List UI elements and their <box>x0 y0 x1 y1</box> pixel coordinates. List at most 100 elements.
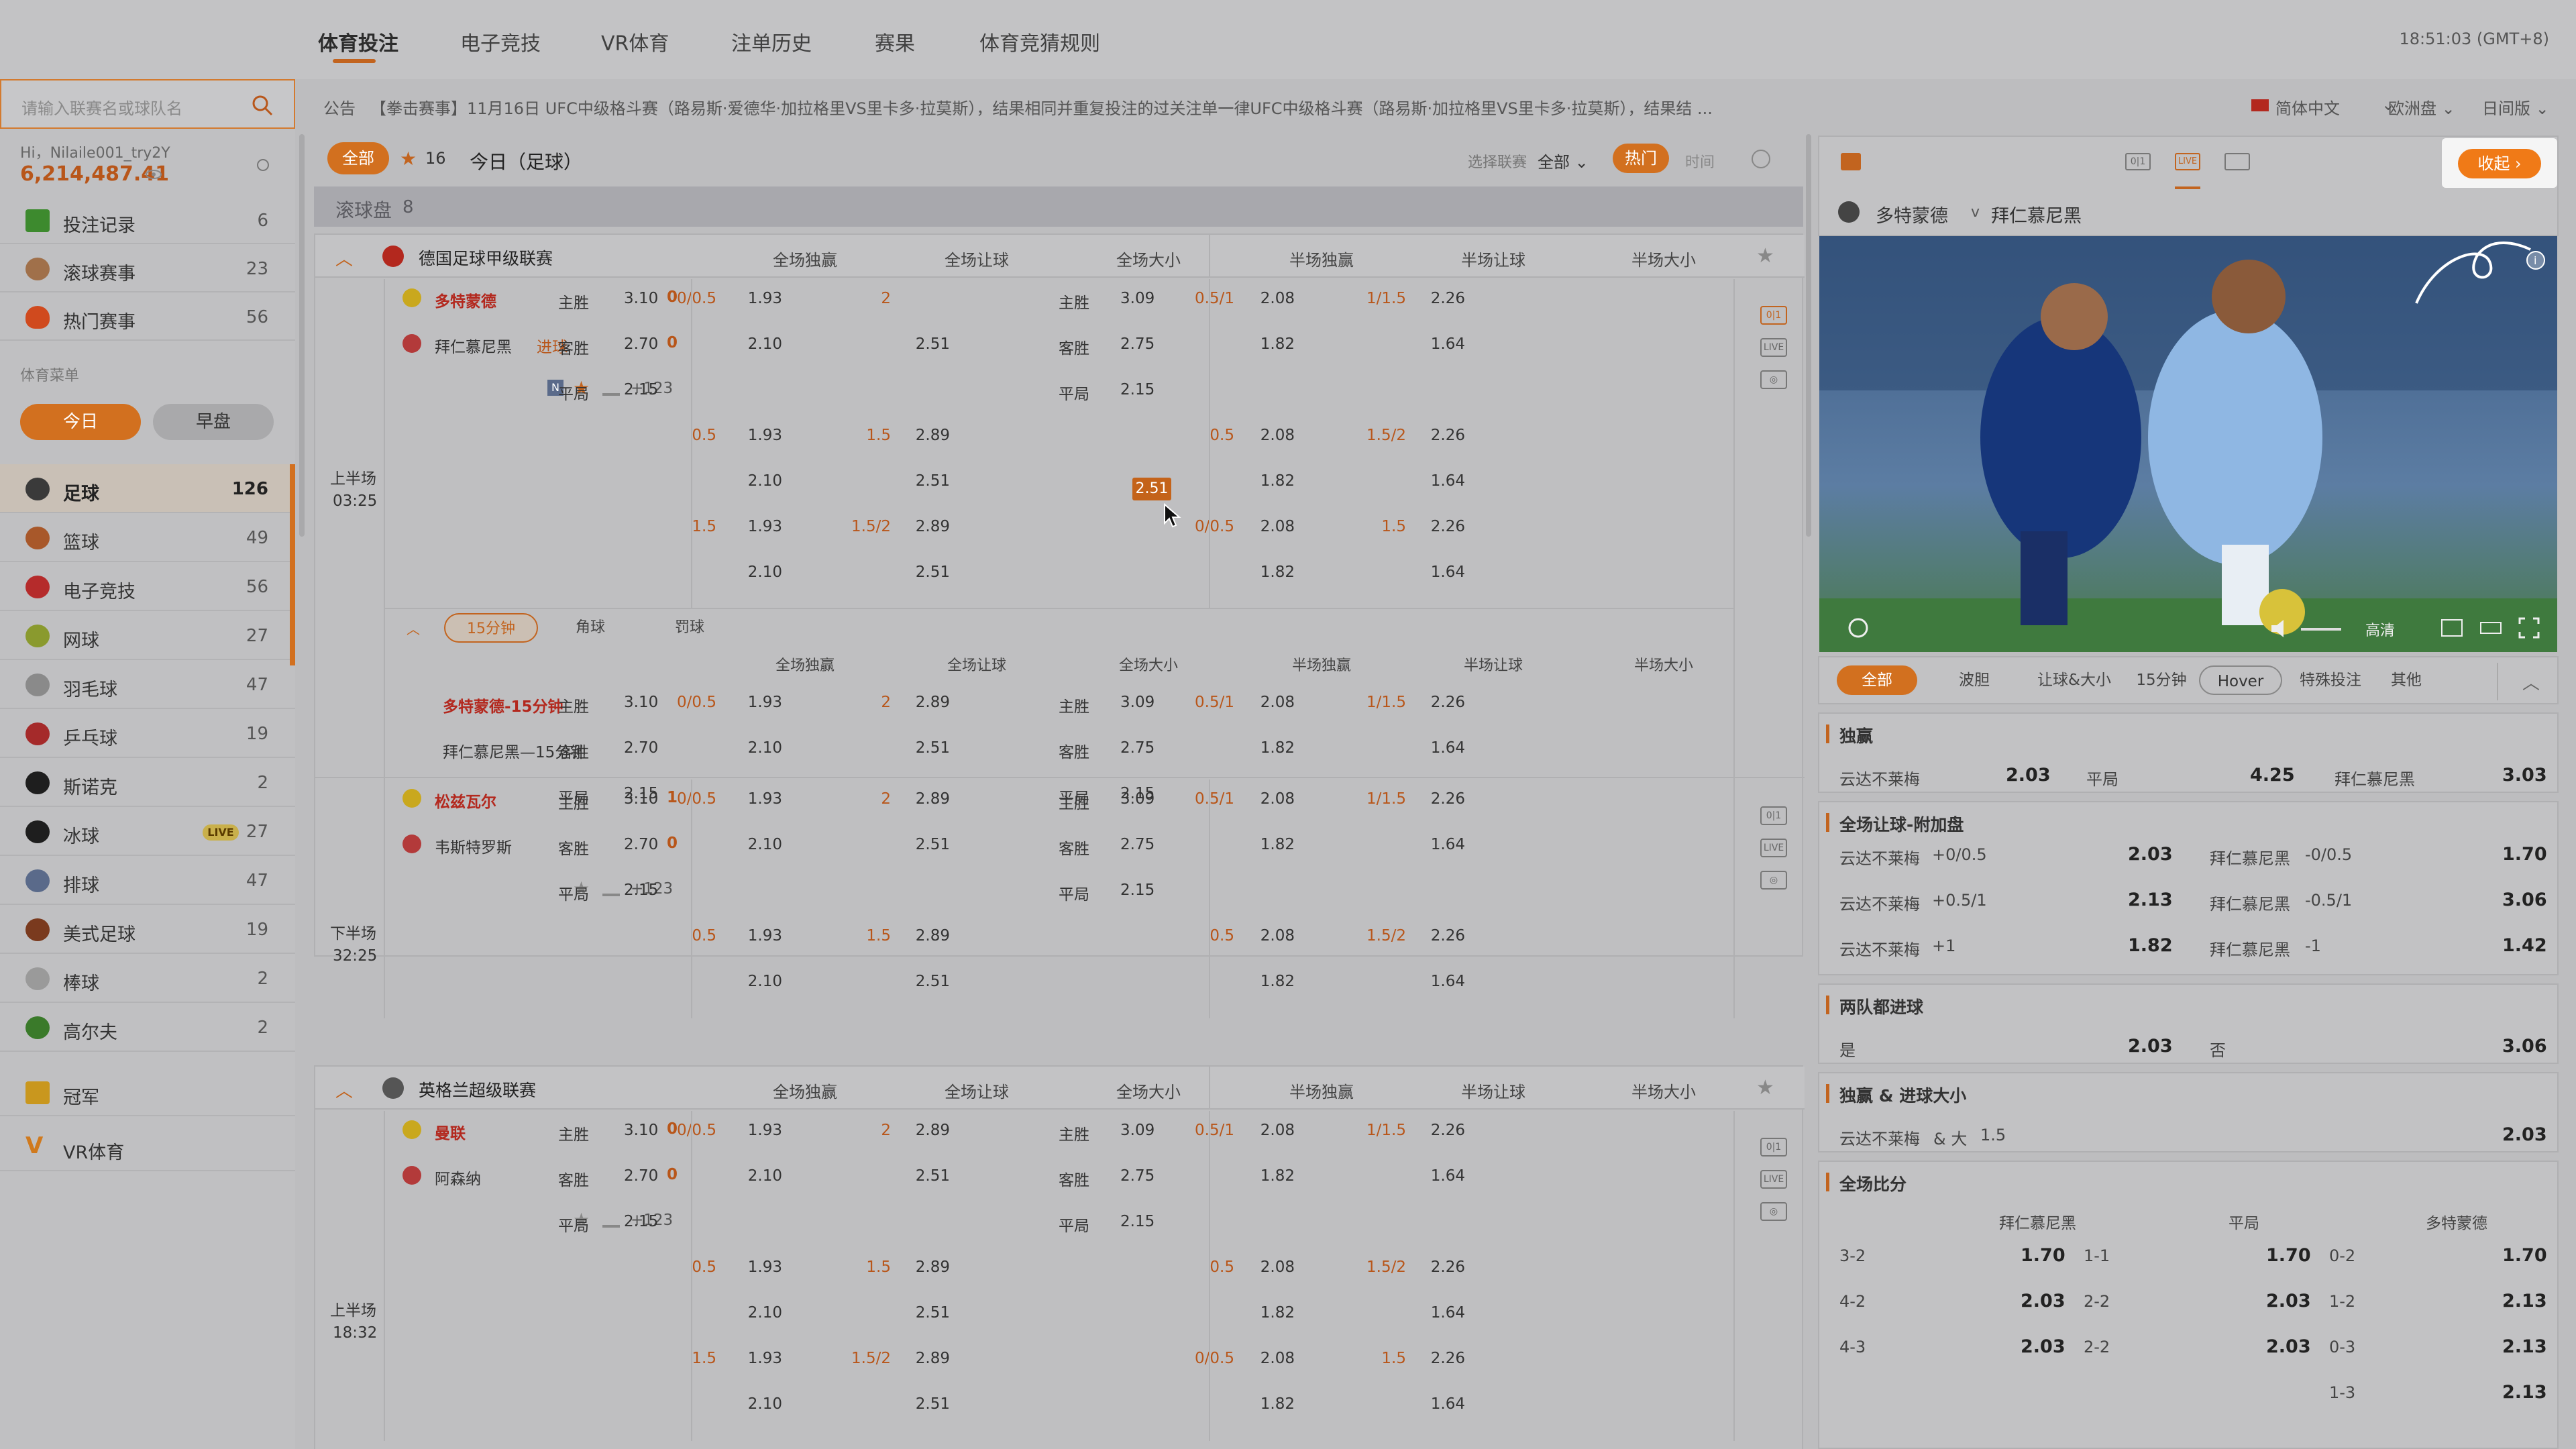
live-icon[interactable]: LIVE <box>1760 338 1787 357</box>
stats-icon[interactable]: ◎ <box>1760 370 1787 389</box>
odds-value[interactable]: 2.10 <box>702 1304 782 1322</box>
select-league-dropdown[interactable]: 全部 ⌄ <box>1538 149 1589 172</box>
nav-vr-sports[interactable]: VR体育 <box>601 27 669 56</box>
odds-value[interactable]: 2.10 <box>702 739 782 757</box>
refresh-icon[interactable] <box>255 157 271 173</box>
odds-value[interactable]: 2.10 <box>702 335 782 353</box>
sidebar-item-sport[interactable]: 足球 126 <box>0 464 295 513</box>
early-button[interactable]: 早盘 <box>153 404 274 440</box>
odds-value[interactable]: 2.75 <box>1120 335 1155 353</box>
odds-value[interactable]: 2.26 <box>1385 518 1465 535</box>
chevron-up-icon[interactable]: ︿ <box>407 619 420 638</box>
odds-value[interactable]: 2.10 <box>702 564 782 581</box>
sidebar-item-sport[interactable]: 羽毛球 47 <box>0 660 295 709</box>
odds-value[interactable]: 1.93 <box>702 1122 782 1139</box>
odds-value[interactable]: 2.08 <box>1214 518 1295 535</box>
odds-value[interactable]: 1.82 <box>1214 335 1295 353</box>
odds-value[interactable]: 2.10 <box>702 973 782 990</box>
odds-value[interactable]: 2.15 <box>1120 881 1155 899</box>
sub-tab[interactable]: 罚球 <box>643 613 737 643</box>
score-odd[interactable]: 1.70 <box>2266 1245 2311 1266</box>
odds-value[interactable]: 1.82 <box>1214 739 1295 757</box>
odds-value[interactable]: 1.82 <box>1214 1395 1295 1413</box>
odds-value[interactable]: 2.26 <box>1385 694 1465 711</box>
handicap-away-odd[interactable]: 1.42 <box>2502 935 2547 956</box>
language-select[interactable]: 简体中文 <box>2275 95 2340 119</box>
tv-icon[interactable] <box>1841 153 1861 170</box>
sub-tab[interactable]: 角球 <box>543 613 637 643</box>
odds-value[interactable]: 2.26 <box>1385 1350 1465 1367</box>
odds-value[interactable]: 2.70 <box>624 335 658 353</box>
sidebar-item-sport[interactable]: 斯诺克 2 <box>0 758 295 807</box>
odds-value[interactable]: 2.10 <box>702 472 782 490</box>
sidebar-item-sport[interactable]: 棒球 2 <box>0 954 295 1003</box>
odds-value[interactable]: 2.89 <box>869 927 950 945</box>
sidebar-item-sport[interactable]: 美式足球 19 <box>0 905 295 954</box>
odds-value[interactable]: 1.93 <box>702 1258 782 1276</box>
odds-value[interactable]: 2.26 <box>1385 290 1465 307</box>
win-ou-odd[interactable]: 2.03 <box>2502 1124 2547 1145</box>
info-icon[interactable]: i <box>2525 250 2546 271</box>
odds-value[interactable]: 1.64 <box>1385 836 1465 853</box>
odds-value[interactable]: 1.82 <box>1214 973 1295 990</box>
market-tab[interactable]: 特殊投注 <box>2284 665 2377 695</box>
score-odd[interactable]: 2.13 <box>2502 1382 2547 1403</box>
odds-value[interactable]: 2.15 <box>1120 1213 1155 1230</box>
btts-no-odd[interactable]: 3.06 <box>2502 1036 2547 1057</box>
star-icon[interactable]: ★ <box>400 148 417 170</box>
odds-value[interactable]: 1.93 <box>702 927 782 945</box>
odds-value[interactable]: 1.82 <box>1214 472 1295 490</box>
odds-value[interactable]: 1.93 <box>702 694 782 711</box>
score-odd[interactable]: 1.70 <box>2502 1245 2547 1266</box>
market-tab[interactable]: 其他 <box>2383 665 2430 695</box>
eye-icon[interactable] <box>145 169 162 180</box>
market-tab[interactable]: 15分钟 <box>2128 665 2195 695</box>
score-odd[interactable]: 2.03 <box>2266 1291 2311 1311</box>
sort-time-button[interactable]: 时间 <box>1685 150 1715 172</box>
odds-value[interactable]: 2.75 <box>1120 739 1155 757</box>
sidebar-item-sport[interactable]: 电子竞技 56 <box>0 562 295 611</box>
odds-value[interactable]: 2.89 <box>869 790 950 808</box>
stats-bar-icon[interactable] <box>602 1212 620 1228</box>
odds-type-select[interactable]: 欧洲盘 ⌄ <box>2388 95 2455 119</box>
odds-value[interactable]: 3.09 <box>1120 1122 1155 1139</box>
odds-value[interactable]: 2.08 <box>1214 1258 1295 1276</box>
odds-value[interactable]: 2.08 <box>1214 290 1295 307</box>
odds-value[interactable]: 1.64 <box>1385 739 1465 757</box>
odds-value[interactable]: 2.51 <box>869 1167 950 1185</box>
odds-value[interactable]: 2.15 <box>624 1213 658 1230</box>
odds-value[interactable]: 2.15 <box>624 881 658 899</box>
odds-value[interactable]: 1.93 <box>702 1350 782 1367</box>
sidebar-item-sport[interactable]: 篮球 49 <box>0 513 295 562</box>
odds-value[interactable]: 3.09 <box>1120 790 1155 808</box>
odds-value[interactable]: 1.93 <box>702 790 782 808</box>
odds-value[interactable]: 2.08 <box>1214 427 1295 444</box>
win-home-odd[interactable]: 2.03 <box>2006 765 2051 786</box>
sidebar-item-champion[interactable]: 冠军 <box>0 1068 295 1116</box>
odds-value[interactable]: 2.15 <box>624 381 658 398</box>
win-draw-odd[interactable]: 4.25 <box>2250 765 2295 786</box>
btts-yes-odd[interactable]: 2.03 <box>2128 1036 2173 1057</box>
sidebar-item-sport[interactable]: 高尔夫 2 <box>0 1003 295 1052</box>
filter-all-button[interactable]: 全部 <box>327 142 389 174</box>
odds-value[interactable]: 1.82 <box>1214 1304 1295 1322</box>
sidebar-item-vr[interactable]: V VR体育 <box>0 1123 295 1171</box>
sidebar-item-inplay[interactable]: 滚球赛事 23 <box>0 244 295 292</box>
search-input[interactable]: 请输入联赛名或球队名 <box>0 79 295 129</box>
odds-value[interactable]: 1.82 <box>1214 836 1295 853</box>
away-team-name[interactable]: 韦斯特罗斯 <box>435 835 512 857</box>
stats-bar-icon[interactable] <box>602 380 620 396</box>
chevron-up-icon[interactable]: ︿ <box>2522 669 2540 694</box>
handicap-away-odd[interactable]: 1.70 <box>2502 844 2547 865</box>
live-icon[interactable]: LIVE <box>1760 1170 1787 1189</box>
odds-value[interactable]: 2.51 <box>869 564 950 581</box>
odds-value[interactable]: 2.26 <box>1385 790 1465 808</box>
score-odd[interactable]: 1.70 <box>2021 1245 2065 1266</box>
search-icon[interactable] <box>251 94 274 117</box>
odds-value[interactable]: 1.64 <box>1385 1395 1465 1413</box>
nav-esports[interactable]: 电子竞技 <box>460 27 541 56</box>
odds-value[interactable]: 2.89 <box>869 1122 950 1139</box>
odds-value[interactable]: 2.51 <box>869 335 950 353</box>
live-icon[interactable]: LIVE <box>2175 153 2200 170</box>
odds-value[interactable]: 2.89 <box>869 1350 950 1367</box>
